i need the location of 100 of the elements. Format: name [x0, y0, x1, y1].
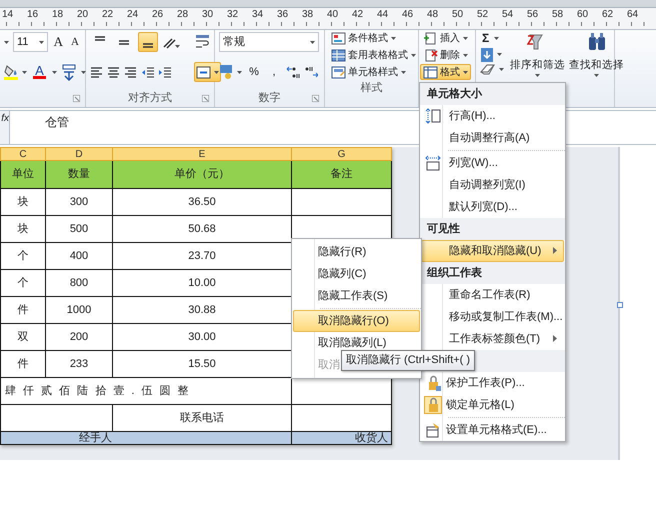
table-cell: 个 [0, 242, 46, 270]
caret-icon[interactable] [494, 36, 500, 40]
caret-icon[interactable] [237, 70, 242, 74]
ruler-number: 18 [50, 8, 64, 21]
increase-indent-icon[interactable] [158, 66, 171, 78]
merge-center-button[interactable] [194, 62, 221, 82]
column-header[interactable]: G [292, 148, 392, 160]
menu-item[interactable]: 列宽(W)... [421, 152, 564, 174]
decrease-indent-icon[interactable] [141, 66, 154, 78]
eraser-icon[interactable] [480, 63, 496, 75]
column-header[interactable]: E [112, 148, 292, 160]
menu-item[interactable]: 自动调整列宽(I) [421, 174, 564, 196]
caret-icon[interactable] [4, 40, 9, 44]
dialog-launcher-icon[interactable] [202, 95, 209, 102]
caret-icon[interactable] [81, 70, 86, 74]
table-format-button[interactable]: 套用表格格式 [328, 47, 419, 63]
align-left-icon[interactable] [90, 66, 103, 78]
caret-icon [401, 70, 406, 74]
table-cell: 经手人 [0, 432, 292, 444]
dialog-launcher-icon[interactable] [312, 95, 319, 102]
decrease-decimal-icon[interactable] [304, 65, 318, 79]
autosum-button[interactable]: Σ [480, 30, 492, 46]
caret-icon[interactable] [499, 68, 504, 70]
resize-handle[interactable] [617, 302, 623, 308]
table-cell: 块 [0, 216, 46, 242]
fill-down-icon[interactable] [480, 47, 494, 62]
column-header[interactable]: C [0, 148, 46, 160]
sort-filter-button[interactable]: 排序和筛选 [508, 30, 567, 78]
caret-icon [594, 74, 599, 77]
menu-item[interactable]: 保护工作表(P)... [421, 372, 564, 394]
table-format-icon [331, 48, 346, 62]
caret-icon [310, 40, 315, 44]
conditional-format-icon [331, 30, 346, 46]
ruler-number: 36 [276, 8, 290, 21]
ruler-number: 58 [550, 8, 564, 21]
tooltip: 取消隐藏行 (Ctrl+Shift+( ) [341, 350, 476, 370]
caret-icon[interactable] [52, 70, 57, 74]
menu-item[interactable]: 自动调整行高(A) [421, 127, 564, 149]
table-cell: 15.50 [112, 350, 292, 378]
grow-font-button[interactable]: A [52, 32, 66, 52]
menu-section-header: 组织工作表 [420, 262, 565, 284]
menu-item: 取消 [317, 358, 340, 373]
menu-item[interactable]: 移动或复制工作表(M)... [421, 306, 564, 328]
table-cell: 233 [46, 350, 112, 378]
menu-item[interactable]: 重命名工作表(R) [421, 284, 564, 306]
number-format-dropdown[interactable]: 常规 [219, 32, 319, 52]
conditional-format-button[interactable]: 条件格式 [328, 30, 399, 46]
menu-item[interactable]: 隐藏列(C) [293, 263, 420, 285]
table-cell: 300 [46, 188, 112, 216]
bottom-align-button[interactable] [138, 32, 158, 52]
dialog-launcher-icon[interactable] [73, 95, 80, 102]
cell-styles-button[interactable]: 单元格样式 [328, 64, 409, 80]
caret-icon[interactable] [22, 70, 27, 74]
font-size-dropdown[interactable]: 11 [13, 32, 48, 52]
currency-icon[interactable] [219, 64, 233, 80]
phonetic-guide-icon[interactable] [61, 63, 77, 81]
ruler-number: 28 [176, 8, 190, 21]
menu-item[interactable]: 隐藏行(R) [293, 241, 420, 263]
comma-button[interactable]: , [266, 62, 282, 82]
column-header[interactable]: D [46, 148, 112, 160]
center-icon[interactable] [107, 66, 120, 78]
menu-item[interactable]: 隐藏工作表(S) [293, 285, 420, 307]
table-cell: 23.70 [112, 242, 292, 270]
shrink-font-button[interactable]: A [69, 32, 81, 52]
ruler-number: 54 [500, 8, 514, 21]
menu-item[interactable]: 取消隐藏行(O) [293, 310, 420, 332]
ruler-number: 60 [576, 8, 590, 21]
find-select-button[interactable]: 查找和选择 [567, 30, 626, 78]
delete-cells-icon [423, 48, 438, 62]
table-cell: 30.88 [112, 296, 292, 324]
table-cell: 36.50 [112, 188, 292, 216]
submenu-arrow-icon [553, 247, 557, 254]
menu-section-header: 可见性 [420, 218, 565, 240]
table-cell: 1000 [46, 296, 112, 324]
fill-color-icon[interactable] [4, 64, 18, 80]
ruler-number: 56 [526, 8, 540, 21]
caret-icon [535, 74, 540, 77]
increase-decimal-icon[interactable] [286, 65, 300, 79]
menu-item[interactable]: 隐藏和取消隐藏(U) [421, 240, 564, 262]
delete-button[interactable]: 删除 [420, 47, 471, 63]
font-color-button[interactable]: A [31, 61, 48, 83]
menu-item[interactable]: 行高(H)... [421, 105, 564, 127]
function-icon[interactable]: fx [0, 111, 10, 144]
caret-icon [214, 70, 219, 74]
bottom-align-icon [142, 43, 154, 48]
menu-item[interactable]: 默认列宽(D)... [421, 196, 564, 218]
menu-item[interactable]: 设置单元格格式(E)... [421, 419, 564, 441]
submenu-arrow-icon [553, 335, 557, 342]
menu-item[interactable]: 工作表标签颜色(T) [421, 328, 564, 350]
ruler-number: 34 [250, 8, 264, 21]
table-header-cell: 单位 [0, 160, 46, 188]
caret-icon[interactable] [497, 53, 502, 56]
percent-button[interactable]: % [246, 62, 262, 82]
insert-cells-icon [423, 30, 438, 46]
insert-button[interactable]: 插入 [420, 30, 471, 46]
cell-styles-icon [331, 64, 346, 80]
format-button[interactable]: 格式 [420, 64, 471, 80]
align-right-icon[interactable] [124, 66, 137, 78]
menu-item[interactable]: 锁定单元格(L) [421, 394, 564, 416]
format-cells-icon [423, 64, 438, 80]
